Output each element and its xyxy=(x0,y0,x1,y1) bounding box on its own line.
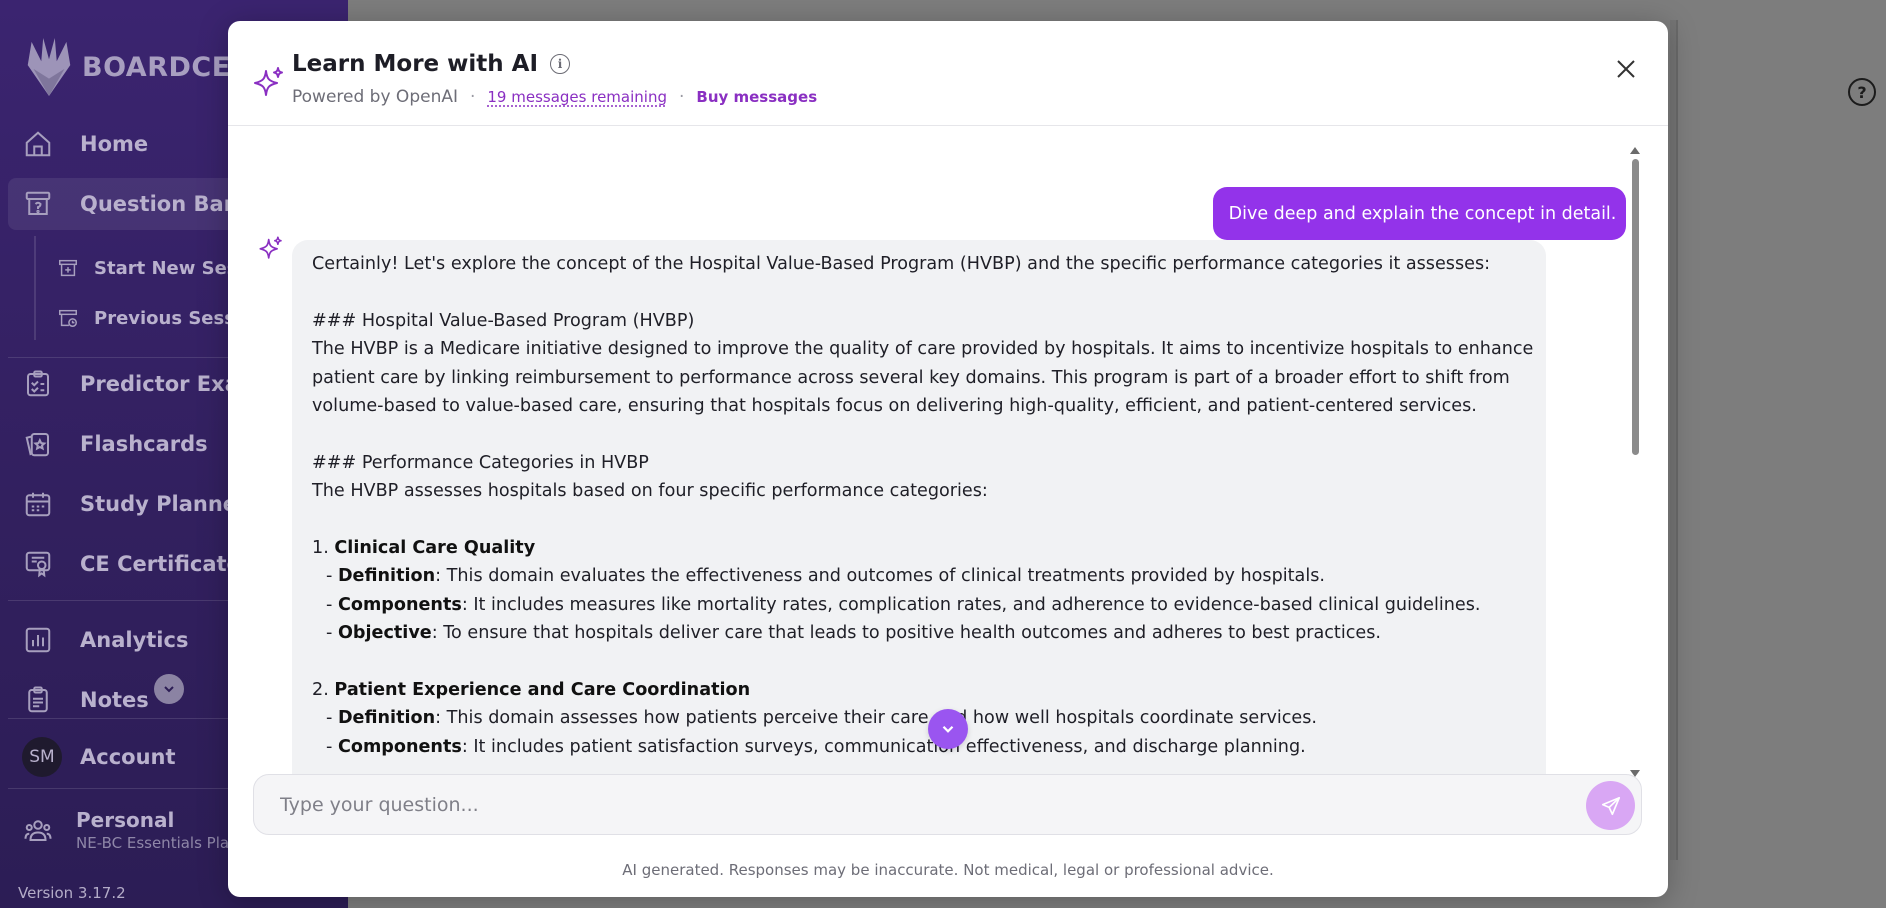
nav-label: Home xyxy=(80,132,149,156)
list-number: 2. xyxy=(312,679,329,700)
response-paragraph-line: The HVBP assesses hospitals based on fou… xyxy=(312,481,988,502)
notes-expand-button[interactable] xyxy=(154,674,184,704)
list-title: Patient Experience and Care Coordination xyxy=(334,679,751,700)
home-icon xyxy=(22,128,54,160)
close-icon xyxy=(1617,60,1635,78)
list-number: 1. xyxy=(312,537,329,558)
bullet-prefix: - xyxy=(326,594,338,615)
powered-by-label: Powered by OpenAI xyxy=(292,87,458,107)
nav-label: Flashcards xyxy=(80,432,208,456)
previous-sessions-icon xyxy=(56,306,80,330)
question-bank-icon xyxy=(22,188,54,220)
sparkle-icon xyxy=(254,67,283,96)
messages-remaining-link[interactable]: 19 messages remaining xyxy=(487,88,667,106)
analytics-icon xyxy=(22,624,54,656)
response-heading: ### Performance Categories in HVBP xyxy=(312,452,649,473)
nav-label: Question Bank xyxy=(80,192,253,216)
user-message-bubble: Dive deep and explain the concept in det… xyxy=(1213,187,1626,240)
bullet-prefix: - xyxy=(326,708,338,729)
bullet-prefix: - xyxy=(326,623,338,644)
nav-label: Analytics xyxy=(80,628,189,652)
response-bullet: - Definition: This domain assesses how p… xyxy=(312,704,1526,732)
response-intro: Certainly! Let's explore the concept of … xyxy=(312,254,1491,274)
nav-label: Study Planner xyxy=(80,492,248,516)
submenu-rail xyxy=(34,236,36,340)
response-bullet: - Components: It includes measures like … xyxy=(312,591,1526,619)
bullet-text: : It includes measures like mortality ra… xyxy=(461,594,1481,615)
bullet-prefix: - xyxy=(326,566,338,587)
chat-messages[interactable]: Dive deep and explain the concept in det… xyxy=(228,127,1668,779)
title-row: Learn More with AI i xyxy=(292,51,571,77)
avatar: SM xyxy=(22,737,62,777)
version-label: Version 3.17.2 xyxy=(18,884,126,902)
scroll-up-arrow[interactable] xyxy=(1630,147,1640,154)
plan-name: Personal xyxy=(76,808,175,832)
flashcards-icon xyxy=(22,428,54,460)
modal-header: Learn More with AI i Powered by OpenAI ·… xyxy=(228,21,1668,126)
send-button[interactable] xyxy=(1586,781,1635,830)
certificate-icon xyxy=(22,548,54,580)
close-button[interactable] xyxy=(1611,54,1641,84)
background-panel xyxy=(1670,20,1678,860)
response-bullet: - Objective: To ensure that hospitals de… xyxy=(312,619,1526,647)
bullet-term: Components xyxy=(337,594,462,615)
bullet-term: Objective xyxy=(337,623,432,644)
bullet-text: : This domain assesses how patients perc… xyxy=(435,708,1318,729)
modal-subtitle: Powered by OpenAI · 19 messages remainin… xyxy=(292,87,817,107)
help-icon[interactable]: ? xyxy=(1848,78,1876,106)
response-list-item-title: 1. Clinical Care Quality xyxy=(312,534,1526,562)
response-bullet: - Definition: This domain evaluates the … xyxy=(312,562,1526,590)
modal-title: Learn More with AI xyxy=(292,51,539,77)
buy-messages-link[interactable]: Buy messages xyxy=(696,88,817,106)
users-icon xyxy=(22,814,54,846)
response-paragraph-line: The HVBP is a Medicare initiative design… xyxy=(312,339,1534,360)
bullet-text: : This domain evaluates the effectivenes… xyxy=(435,566,1325,587)
bullet-prefix: - xyxy=(326,736,338,757)
send-icon xyxy=(1601,796,1620,815)
nav-label: CE Certificate xyxy=(80,552,241,576)
calendar-icon xyxy=(22,488,54,520)
ai-disclaimer: AI generated. Responses may be inaccurat… xyxy=(622,861,1274,879)
bullet-term: Definition xyxy=(337,566,436,587)
response-list-item-title: 2. Patient Experience and Care Coordinat… xyxy=(312,676,1526,704)
list-title: Clinical Care Quality xyxy=(334,537,536,558)
ai-chat-modal: Learn More with AI i Powered by OpenAI ·… xyxy=(228,21,1668,897)
scroll-to-bottom-button[interactable] xyxy=(928,709,968,749)
ai-sparkle-icon xyxy=(259,236,282,259)
question-input-container xyxy=(253,774,1642,835)
nav-label: Account xyxy=(80,745,176,769)
chevron-down-icon xyxy=(164,686,174,693)
response-bullet: - Components: It includes patient satisf… xyxy=(312,733,1526,761)
bullet-term: Definition xyxy=(337,708,436,729)
logo-icon xyxy=(27,38,71,96)
question-input[interactable] xyxy=(255,776,1555,833)
bullet-text: : It includes patient satisfaction surve… xyxy=(461,736,1306,757)
scroll-thumb[interactable] xyxy=(1632,159,1639,455)
response-heading: ### Hospital Value-Based Program (HVBP) xyxy=(312,310,695,331)
response-paragraph-line: volume-based to value-based care, ensuri… xyxy=(312,395,1477,416)
separator-dot: · xyxy=(469,87,476,107)
separator-dot: · xyxy=(678,87,685,107)
nav-label: Notes xyxy=(80,688,149,712)
plan-detail: NE-BC Essentials Plan xyxy=(76,834,239,852)
bullet-text: : To ensure that hospitals deliver care … xyxy=(431,623,1381,644)
response-paragraph-line: patient care by linking reimbursement to… xyxy=(312,367,1510,388)
ai-response-bubble: Certainly! Let's explore the concept of … xyxy=(292,240,1546,779)
new-session-icon xyxy=(56,256,80,280)
bullet-term: Components xyxy=(337,736,462,757)
notes-icon xyxy=(22,684,54,716)
info-icon[interactable]: i xyxy=(550,54,571,74)
chat-scrollbar[interactable] xyxy=(1628,145,1642,779)
predictor-exam-icon xyxy=(22,368,54,400)
chevron-down-icon xyxy=(942,725,954,733)
